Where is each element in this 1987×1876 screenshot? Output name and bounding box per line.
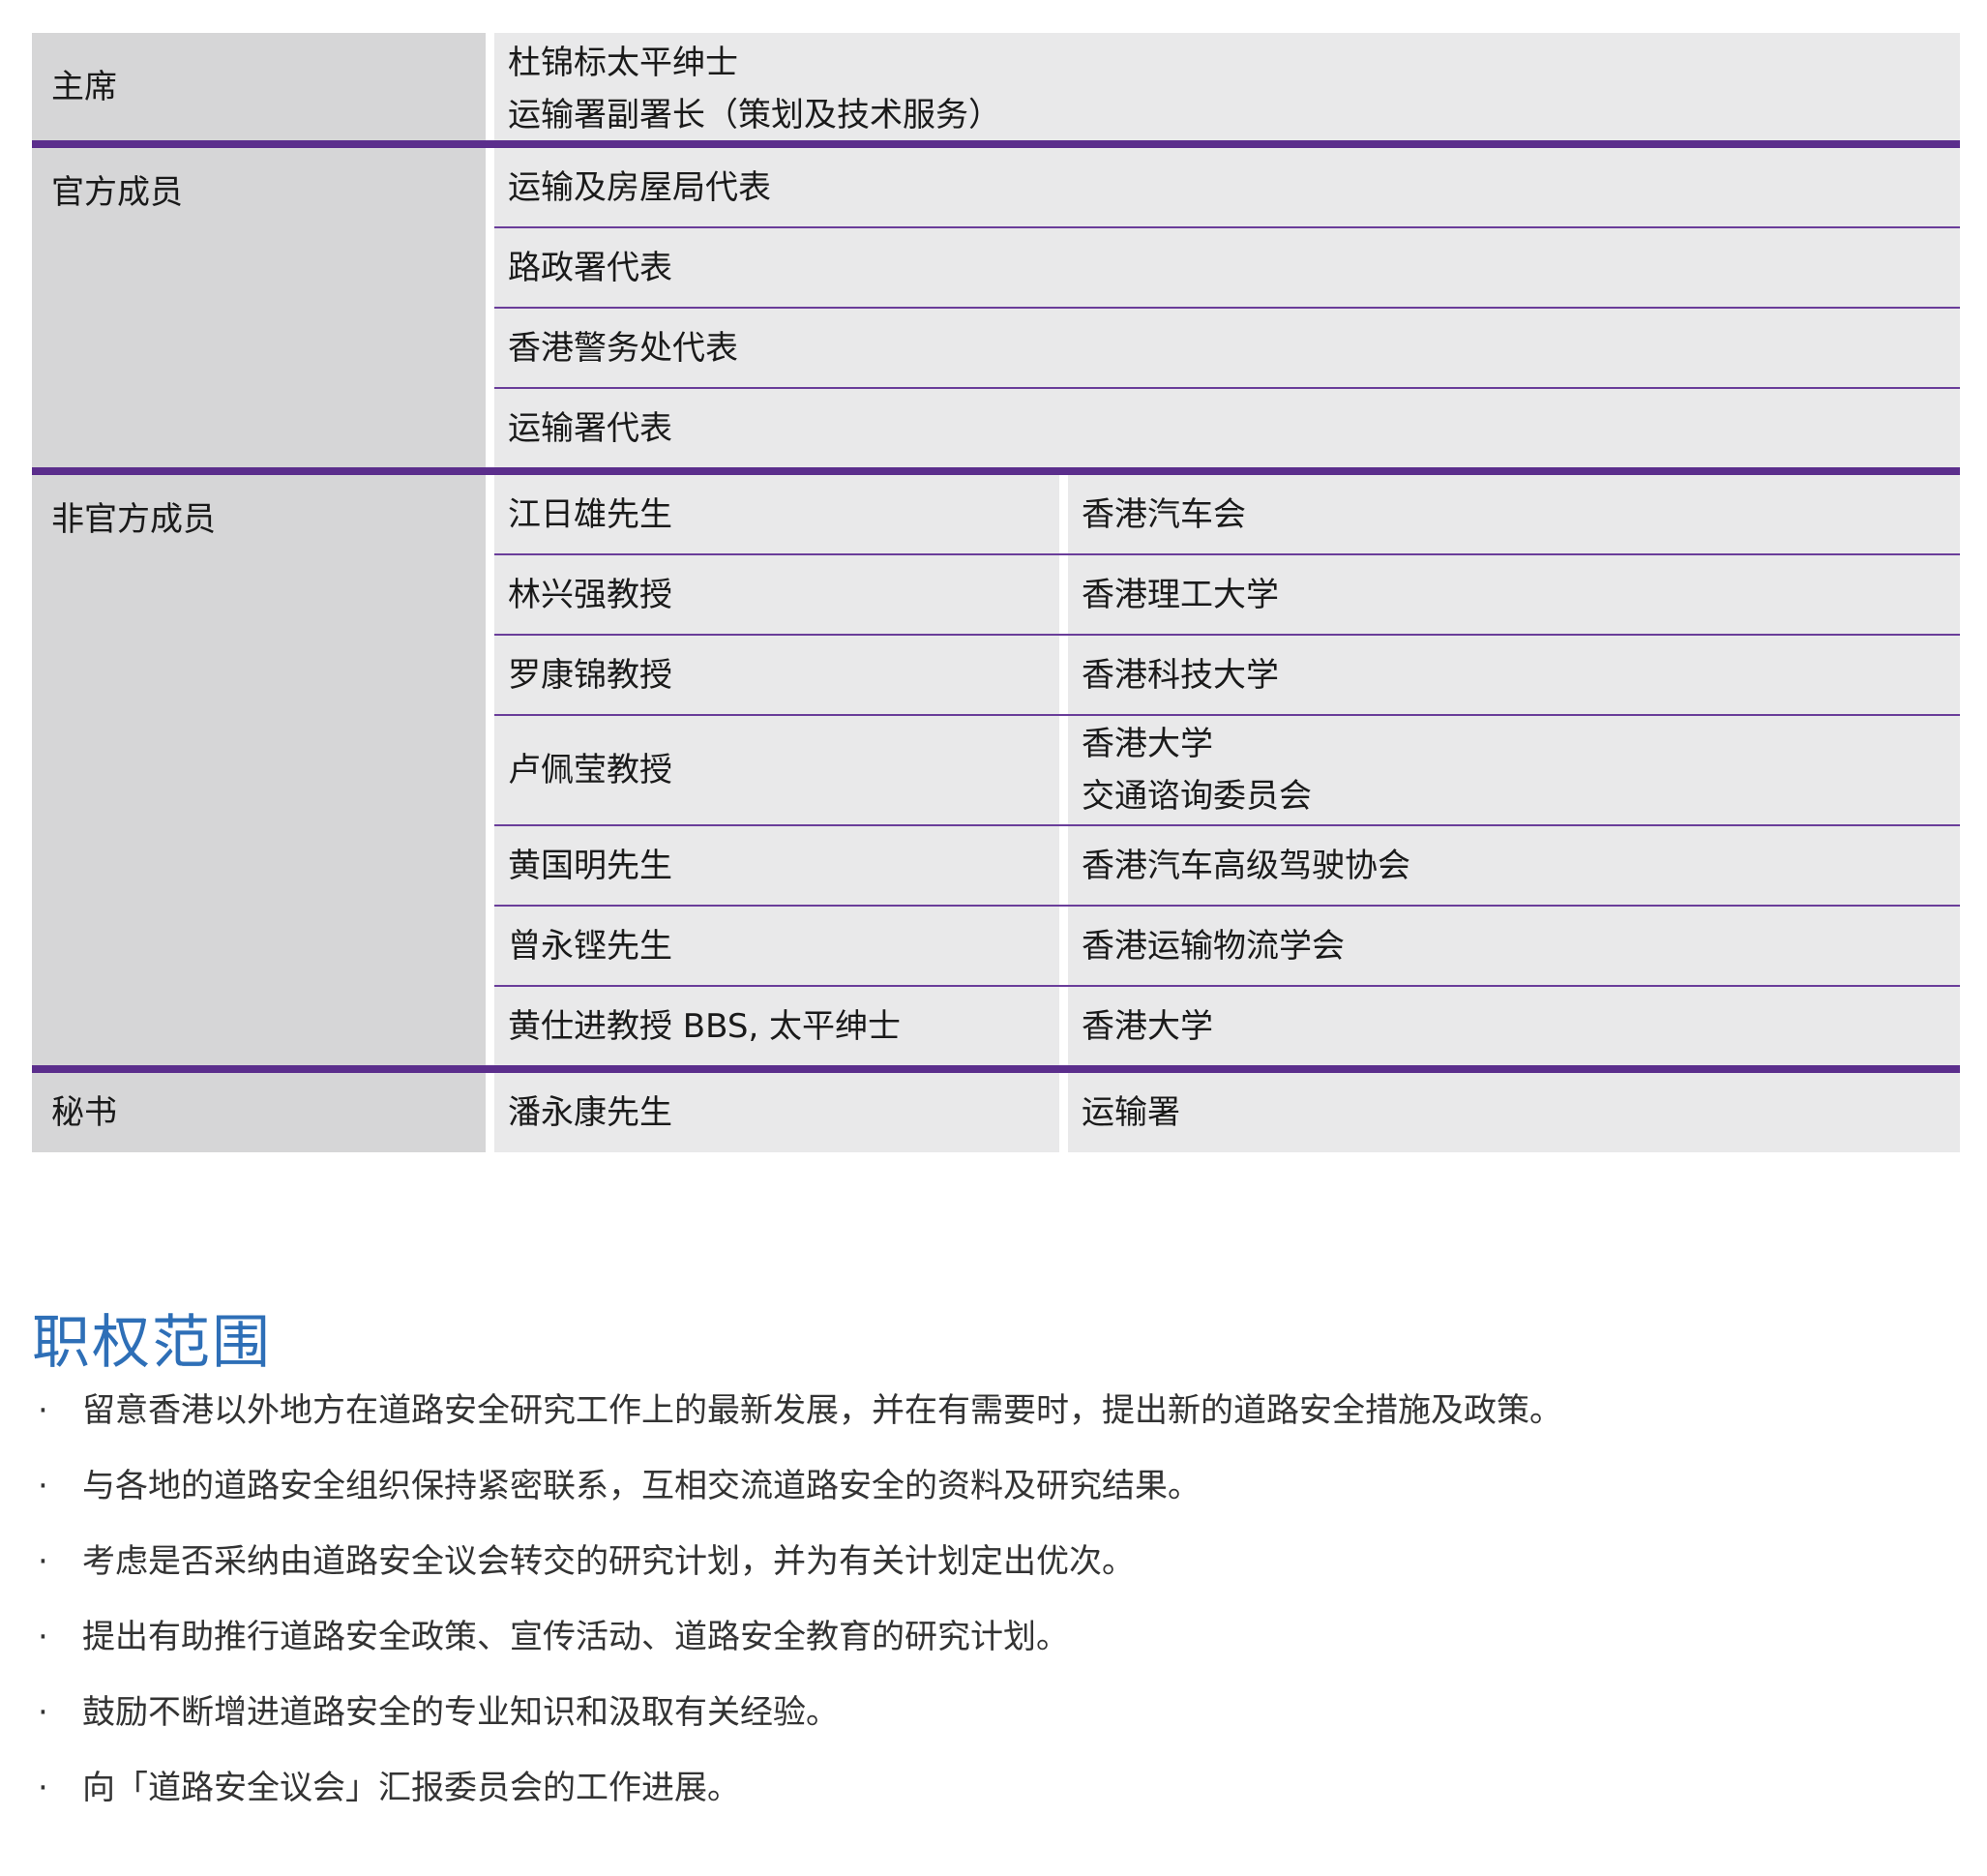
list-item: · 与各地的道路安全组织保持紧密联系，互相交流道路安全的资料及研究结果。 [32, 1459, 1957, 1534]
secretary-label: 秘书 [32, 1073, 486, 1152]
official-label: 官方成员 [32, 148, 486, 467]
official-row: 香港警务处代表 [494, 309, 1960, 389]
bullet-icon: · [38, 1467, 48, 1505]
list-item-text: 提出有助推行道路安全政策、宣传活动、道路安全教育的研究计划。 [82, 1618, 1069, 1656]
member-organisation: 香港汽车高级驾驶协会 [1059, 826, 1960, 905]
unofficial-row: 林兴强教授 香港理工大学 [494, 555, 1960, 636]
chair-cell: 杜锦标太平绅士 运输署副署长（策划及技术服务） [494, 33, 1960, 140]
unofficial-row: 江日雄先生 香港汽车会 [494, 475, 1960, 555]
list-item: · 考虑是否采纳由道路安全议会转交的研究计划，并为有关计划定出优次。 [32, 1534, 1957, 1610]
secretary-name: 潘永康先生 [494, 1073, 1059, 1152]
unofficial-row: 罗康锦教授 香港科技大学 [494, 636, 1960, 716]
official-member: 香港警务处代表 [508, 328, 738, 368]
member-organisation: 香港大学 交通谘询委员会 [1059, 716, 1960, 824]
bullet-icon: · [38, 1542, 48, 1581]
bullet-icon: · [38, 1391, 48, 1430]
secretary-row: 潘永康先生 运输署 [494, 1073, 1960, 1152]
member-name: 罗康锦教授 [494, 636, 1059, 714]
list-item-text: 留意香港以外地方在道路安全研究工作上的最新发展，并在有需要时，提出新的道路安全措… [82, 1391, 1562, 1430]
list-item: · 向「道路安全议会」汇报委员会的工作进展。 [32, 1761, 1957, 1836]
bullet-icon: · [38, 1693, 48, 1732]
member-organisation-line: 香港大学 [1082, 725, 1213, 763]
chair-label: 主席 [32, 33, 486, 140]
unofficial-row: 曾永铿先生 香港运输物流学会 [494, 907, 1960, 987]
unofficial-body: 江日雄先生 香港汽车会 林兴强教授 香港理工大学 罗康锦教授 香港科技大学 卢佩… [494, 475, 1960, 1065]
official-row: 运输及房屋局代表 [494, 148, 1960, 228]
member-organisation: 香港大学 [1059, 987, 1960, 1065]
member-name: 黄仕进教授 BBS, 太平绅士 [494, 987, 1059, 1065]
terms-of-reference-heading: 职权范围 [32, 1309, 272, 1377]
member-name: 黄国明先生 [494, 826, 1059, 905]
chair-row: 杜锦标太平绅士 运输署副署长（策划及技术服务） [494, 33, 1960, 140]
terms-of-reference-list: · 留意香港以外地方在道路安全研究工作上的最新发展，并在有需要时，提出新的道路安… [32, 1384, 1957, 1836]
official-member: 路政署代表 [508, 248, 672, 287]
unofficial-row: 黄仕进教授 BBS, 太平绅士 香港大学 [494, 987, 1960, 1065]
list-item: · 鼓励不断增进道路安全的专业知识和汲取有关经验。 [32, 1685, 1957, 1761]
list-item: · 留意香港以外地方在道路安全研究工作上的最新发展，并在有需要时，提出新的道路安… [32, 1384, 1957, 1459]
unofficial-row: 黄国明先生 香港汽车高级驾驶协会 [494, 826, 1960, 907]
chair-section: 主席 杜锦标太平绅士 运输署副署长（策划及技术服务） [32, 33, 1960, 148]
bullet-icon: · [38, 1618, 48, 1656]
member-organisation: 香港运输物流学会 [1059, 907, 1960, 985]
bullet-icon: · [38, 1769, 48, 1807]
unofficial-row: 卢佩莹教授 香港大学 交通谘询委员会 [494, 716, 1960, 826]
secretary-body: 潘永康先生 运输署 [494, 1073, 1960, 1152]
list-item-text: 向「道路安全议会」汇报委员会的工作进展。 [82, 1769, 740, 1807]
official-section: 官方成员 运输及房屋局代表 路政署代表 香港警务处代表 运输署代表 [32, 148, 1960, 475]
official-member: 运输署代表 [508, 408, 672, 448]
member-name: 林兴强教授 [494, 555, 1059, 634]
member-organisation-line: 交通谘询委员会 [1082, 777, 1312, 816]
unofficial-section: 非官方成员 江日雄先生 香港汽车会 林兴强教授 香港理工大学 罗康锦教授 香港科… [32, 475, 1960, 1073]
member-organisation: 香港汽车会 [1059, 475, 1960, 553]
secretary-section: 秘书 潘永康先生 运输署 [32, 1073, 1960, 1152]
chair-body: 杜锦标太平绅士 运输署副署长（策划及技术服务） [494, 33, 1960, 140]
chair-title: 运输署副署长（策划及技术服务） [508, 95, 1001, 134]
secretary-organisation: 运输署 [1059, 1073, 1960, 1152]
list-item-text: 考虑是否采纳由道路安全议会转交的研究计划，并为有关计划定出优次。 [82, 1542, 1135, 1581]
official-row: 运输署代表 [494, 389, 1960, 467]
member-name: 曾永铿先生 [494, 907, 1059, 985]
member-organisation: 香港理工大学 [1059, 555, 1960, 634]
unofficial-label: 非官方成员 [32, 475, 486, 1065]
chair-name: 杜锦标太平绅士 [508, 43, 738, 82]
membership-table: 主席 杜锦标太平绅士 运输署副署长（策划及技术服务） 官方成员 运输及房屋局代表… [32, 33, 1960, 1152]
list-item-text: 鼓励不断增进道路安全的专业知识和汲取有关经验。 [82, 1693, 839, 1732]
member-name: 江日雄先生 [494, 475, 1059, 553]
list-item-text: 与各地的道路安全组织保持紧密联系，互相交流道路安全的资料及研究结果。 [82, 1467, 1201, 1505]
official-row: 路政署代表 [494, 228, 1960, 309]
official-member: 运输及房屋局代表 [508, 167, 771, 207]
official-body: 运输及房屋局代表 路政署代表 香港警务处代表 运输署代表 [494, 148, 1960, 467]
member-organisation: 香港科技大学 [1059, 636, 1960, 714]
member-name: 卢佩莹教授 [494, 716, 1059, 824]
list-item: · 提出有助推行道路安全政策、宣传活动、道路安全教育的研究计划。 [32, 1610, 1957, 1685]
